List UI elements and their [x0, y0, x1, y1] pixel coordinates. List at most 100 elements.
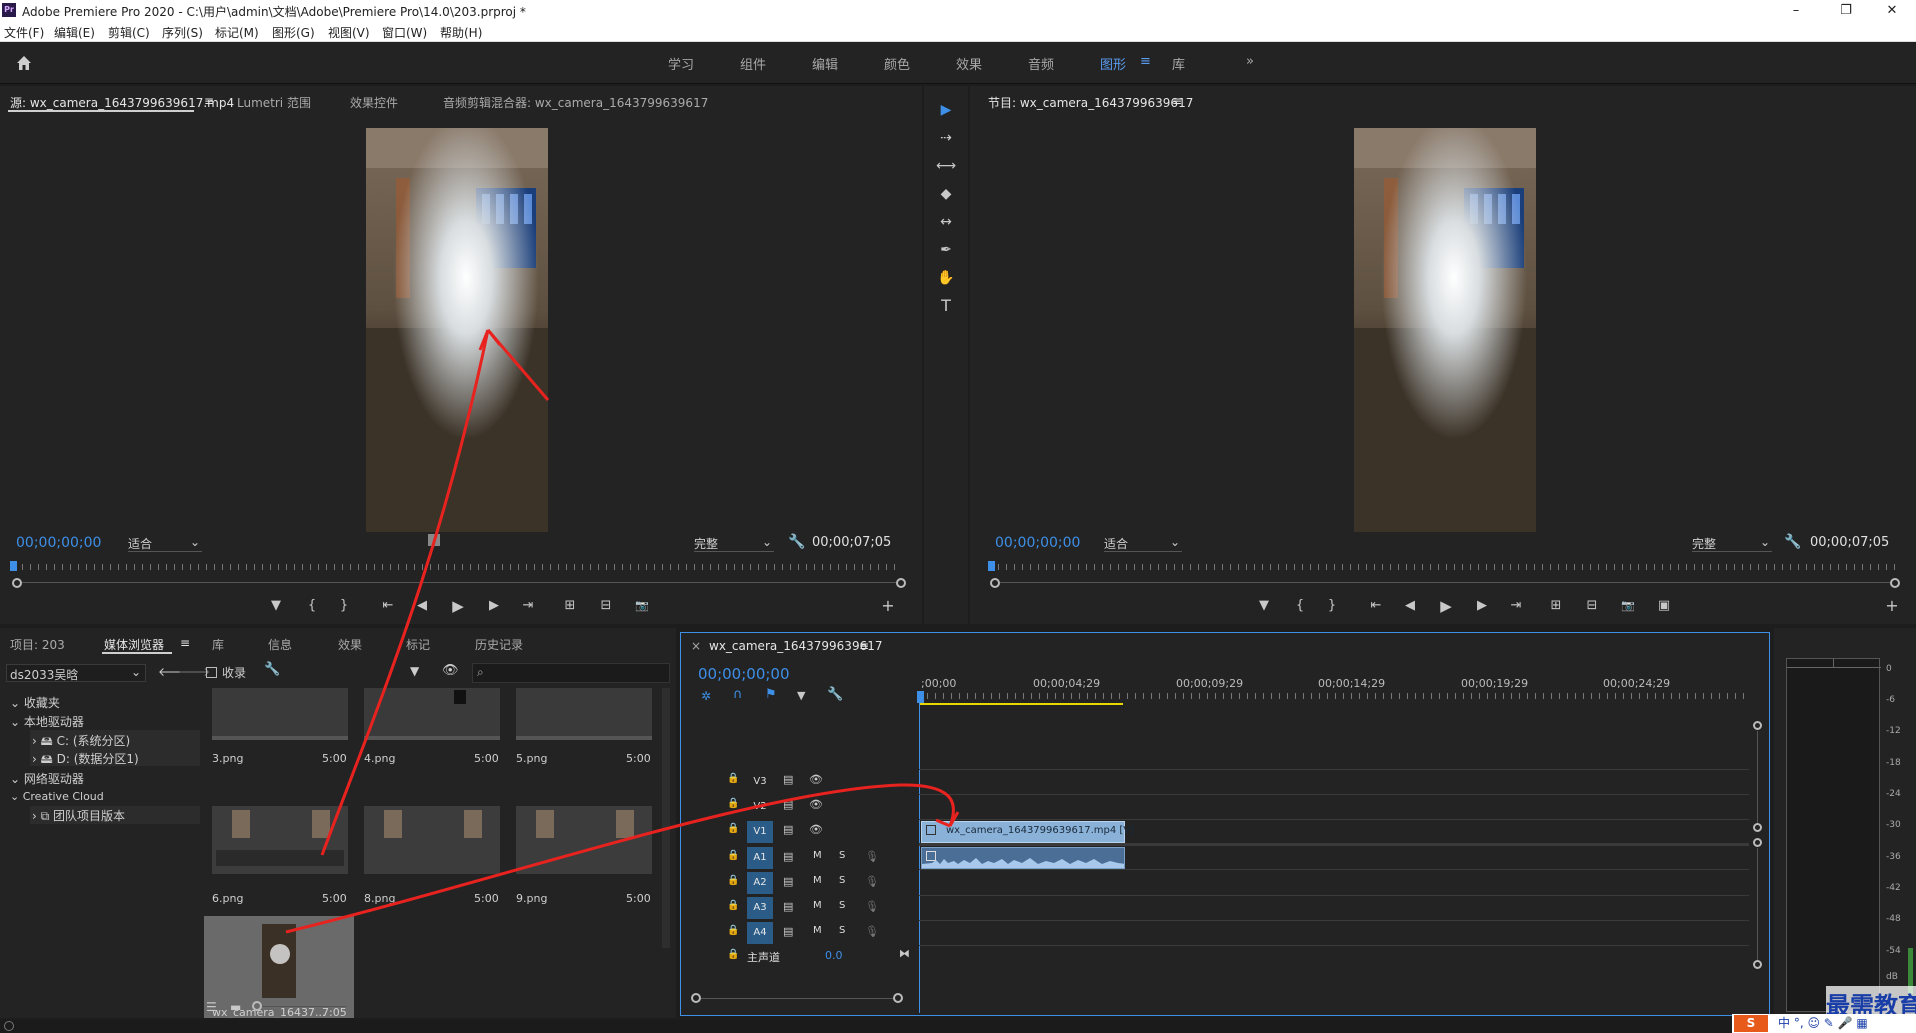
track-label-a1[interactable]: A1 — [747, 847, 773, 869]
list-item[interactable]: 3.png 5:00 — [204, 688, 354, 798]
tree-item-drive-d[interactable]: › 🖴 D: (数据分区1) — [32, 750, 139, 771]
microphone-icon[interactable]: 🎙 — [865, 900, 879, 913]
source-playhead[interactable] — [10, 561, 17, 571]
workspace-menu-icon[interactable]: ≡ — [1140, 54, 1151, 69]
menu-edit[interactable]: 编辑(E) — [54, 24, 95, 41]
toggle-sync-icon[interactable]: ▤ — [783, 925, 793, 938]
mark-in-button[interactable]: { — [302, 596, 322, 616]
menu-clip[interactable]: 剪辑(C) — [108, 24, 150, 41]
mute-button[interactable]: M — [813, 850, 822, 861]
filter-icon[interactable]: ▼ — [410, 664, 419, 678]
list-item-selected[interactable]: wx_camera_16437... 7:05 — [204, 916, 354, 1018]
solo-button[interactable]: S — [839, 925, 845, 936]
tab-program[interactable]: 节目: wx_camera_1643799639617 — [988, 94, 1193, 111]
track-label-a4[interactable]: A4 — [747, 922, 773, 944]
slip-tool-icon[interactable]: ↔ — [933, 210, 959, 234]
close-window-button[interactable]: ✕ — [1872, 0, 1912, 22]
timeline-ruler[interactable] — [919, 693, 1749, 699]
tab-program-menu-icon[interactable]: ≡ — [1172, 94, 1182, 108]
mute-button[interactable]: M — [813, 875, 822, 886]
tab-source[interactable]: 源: wx_camera_1643799639617.mp4 — [10, 94, 234, 111]
track-label-a3[interactable]: A3 — [747, 897, 773, 919]
workspace-editing[interactable]: 编辑 — [812, 54, 838, 73]
button-editor-button[interactable]: + — [1882, 596, 1902, 616]
snap-icon[interactable]: ∩ — [733, 687, 743, 702]
source-fit-dropdown[interactable]: 适合 ⌄ — [128, 535, 202, 552]
add-marker-button[interactable]: ▼ — [1254, 596, 1274, 616]
slider-track[interactable] — [262, 1006, 346, 1007]
wrench-icon[interactable]: 🔧 — [1784, 534, 1801, 550]
track-select-tool-icon[interactable]: ⇢ — [933, 126, 959, 150]
add-marker-icon[interactable]: ▼ — [797, 689, 805, 702]
overwrite-button[interactable]: ⊟ — [596, 596, 616, 616]
microphone-icon[interactable]: 🎙 — [865, 875, 879, 888]
program-quality-dropdown[interactable]: 完整 ⌄ — [1692, 535, 1772, 552]
hscroll-handle-left[interactable] — [691, 993, 701, 1003]
microphone-icon[interactable]: 🎙 — [865, 925, 879, 938]
tree-item-favorites[interactable]: ⌄ 收藏夹 — [10, 694, 60, 711]
search-input[interactable]: ⌕ — [472, 663, 670, 683]
maximize-button[interactable]: ❐ — [1826, 0, 1866, 22]
ingest-checkbox[interactable] — [206, 667, 217, 678]
vscroll-handle-bottom[interactable] — [1753, 960, 1762, 969]
toggle-sync-icon[interactable]: ▤ — [783, 773, 793, 786]
master-volume-value[interactable]: 0.0 — [825, 949, 843, 962]
export-frame-button[interactable]: 📷 — [632, 596, 652, 616]
toggle-sync-icon[interactable]: ▤ — [783, 900, 793, 913]
tree-item-network-drives[interactable]: ⌄ 网络驱动器 — [10, 770, 84, 787]
hscroll-handle-right[interactable] — [893, 993, 903, 1003]
lock-icon[interactable]: 🔒 — [727, 850, 739, 861]
vscroll-video-track[interactable] — [1757, 731, 1758, 823]
timeline-timecode[interactable]: 00;00;00;00 — [698, 665, 790, 683]
work-area-bar[interactable] — [919, 703, 1123, 705]
vscroll-audio-handle-top[interactable] — [1753, 838, 1762, 847]
menu-help[interactable]: 帮助(H) — [440, 24, 482, 41]
lock-icon[interactable]: 🔒 — [727, 875, 739, 886]
zoom-bar[interactable] — [1000, 582, 1890, 583]
insert-button[interactable]: ⊞ — [560, 596, 580, 616]
thumbnail-size-slider[interactable] — [252, 1001, 262, 1011]
step-forward-button[interactable]: ▶ — [1472, 596, 1492, 616]
hand-tool-icon[interactable]: ✋ — [933, 266, 959, 290]
step-back-button[interactable]: ◀ — [1400, 596, 1420, 616]
zoom-handle-left[interactable] — [990, 578, 1000, 588]
tree-item-local-drives[interactable]: ⌄ 本地驱动器 — [10, 713, 84, 730]
list-item[interactable]: 6.png 5:00 — [204, 802, 354, 912]
workspace-assembly[interactable]: 组件 — [740, 54, 766, 73]
settings-square-icon[interactable] — [428, 534, 440, 546]
lock-icon[interactable]: 🔒 — [727, 925, 739, 936]
program-video-frame[interactable] — [1354, 128, 1536, 532]
tree-item-creative-cloud[interactable]: ⌄ Creative Cloud — [10, 790, 104, 803]
workspace-audio[interactable]: 音频 — [1028, 54, 1054, 73]
thumbnail-scrollbar[interactable] — [662, 688, 670, 948]
lock-icon[interactable]: 🔒 — [727, 798, 739, 809]
workspace-libraries[interactable]: 库 — [1172, 54, 1185, 73]
wrench-icon[interactable]: 🔧 — [827, 687, 843, 702]
solo-button[interactable]: S — [839, 875, 845, 886]
timeline-playhead-line[interactable] — [919, 703, 920, 1013]
workspace-more-icon[interactable]: » — [1246, 54, 1254, 69]
lift-button[interactable]: ⊞ — [1546, 596, 1566, 616]
zoom-bar[interactable] — [22, 582, 896, 583]
solo-button[interactable]: S — [839, 900, 845, 911]
close-sequence-icon[interactable]: × — [691, 639, 701, 653]
audio-clip[interactable] — [921, 847, 1125, 869]
tab-lumetri-scopes[interactable]: Lumetri 范围 — [237, 94, 311, 111]
zoom-handle-right[interactable] — [896, 578, 906, 588]
program-playhead[interactable] — [988, 561, 995, 571]
lock-icon[interactable]: 🔒 — [727, 949, 739, 960]
nest-toggle-icon[interactable]: ✲ — [701, 689, 711, 703]
toggle-sync-icon[interactable]: ▤ — [783, 823, 793, 836]
tab-info[interactable]: 信息 — [268, 636, 292, 653]
wrench-icon[interactable]: 🔧 — [788, 534, 805, 550]
play-button[interactable]: ▶ — [448, 596, 468, 616]
eye-icon[interactable]: 👁 — [809, 773, 823, 786]
wrench-icon[interactable]: 🔧 — [264, 662, 280, 677]
lock-icon[interactable]: 🔒 — [727, 900, 739, 911]
workspace-graphics[interactable]: 图形 — [1100, 54, 1126, 73]
menu-view[interactable]: 视图(V) — [328, 24, 370, 41]
lock-icon[interactable]: 🔒 — [727, 773, 739, 784]
source-time-ruler[interactable] — [14, 564, 902, 570]
minimize-button[interactable]: – — [1776, 0, 1816, 22]
go-to-out-button[interactable]: ⇥ — [518, 596, 538, 616]
